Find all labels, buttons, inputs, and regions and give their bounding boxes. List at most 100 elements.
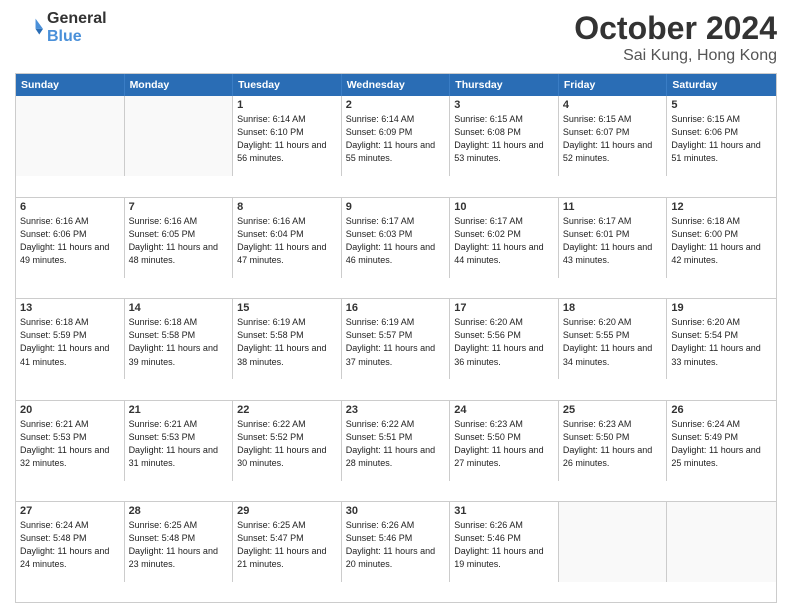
cell-info: Sunrise: 6:21 AMSunset: 5:53 PMDaylight:… bbox=[129, 418, 229, 470]
cell-info: Sunrise: 6:21 AMSunset: 5:53 PMDaylight:… bbox=[20, 418, 120, 470]
cell-info: Sunrise: 6:24 AMSunset: 5:48 PMDaylight:… bbox=[20, 519, 120, 571]
calendar-cell: 14 Sunrise: 6:18 AMSunset: 5:58 PMDayligh… bbox=[125, 299, 234, 379]
day-number: 26 bbox=[671, 404, 772, 416]
cell-info: Sunrise: 6:18 AMSunset: 5:58 PMDaylight:… bbox=[129, 316, 229, 368]
calendar-cell: 31 Sunrise: 6:26 AMSunset: 5:46 PMDayligh… bbox=[450, 502, 559, 582]
day-number: 15 bbox=[237, 302, 337, 314]
day-number: 18 bbox=[563, 302, 663, 314]
day-number: 13 bbox=[20, 302, 120, 314]
calendar-cell bbox=[16, 96, 125, 176]
calendar-cell: 15 Sunrise: 6:19 AMSunset: 5:58 PMDayligh… bbox=[233, 299, 342, 379]
cell-info: Sunrise: 6:23 AMSunset: 5:50 PMDaylight:… bbox=[454, 418, 554, 470]
day-number: 5 bbox=[671, 99, 772, 111]
cell-info: Sunrise: 6:19 AMSunset: 5:58 PMDaylight:… bbox=[237, 316, 337, 368]
calendar-cell: 27 Sunrise: 6:24 AMSunset: 5:48 PMDayligh… bbox=[16, 502, 125, 582]
cell-info: Sunrise: 6:26 AMSunset: 5:46 PMDaylight:… bbox=[454, 519, 554, 571]
calendar-cell: 17 Sunrise: 6:20 AMSunset: 5:56 PMDayligh… bbox=[450, 299, 559, 379]
calendar-cell: 28 Sunrise: 6:25 AMSunset: 5:48 PMDayligh… bbox=[125, 502, 234, 582]
calendar-cell: 2 Sunrise: 6:14 AMSunset: 6:09 PMDaylight… bbox=[342, 96, 451, 176]
calendar-week-1: 1Sunrise: 6:14 AMSunset: 6:10 PMDaylight… bbox=[16, 96, 776, 116]
header-day-monday: Monday bbox=[125, 74, 234, 96]
calendar-cell: 3Sunrise: 6:15 AMSunset: 6:08 PMDaylight… bbox=[450, 96, 559, 176]
calendar-cell: 10 Sunrise: 6:17 AMSunset: 6:02 PMDayligh… bbox=[450, 198, 559, 278]
calendar-cell: 13 Sunrise: 6:18 AMSunset: 5:59 PMDayligh… bbox=[16, 299, 125, 379]
logo-icon bbox=[15, 14, 43, 42]
day-number: 31 bbox=[454, 505, 554, 517]
calendar-cell: 29 Sunrise: 6:25 AMSunset: 5:47 PMDayligh… bbox=[233, 502, 342, 582]
logo-text: General Blue bbox=[47, 10, 107, 46]
day-number: 25 bbox=[563, 404, 663, 416]
cell-info: Sunrise: 6:16 AMSunset: 6:04 PMDaylight:… bbox=[237, 215, 337, 267]
calendar-cell bbox=[125, 96, 234, 176]
day-number: 4 bbox=[563, 99, 663, 111]
month-title: October 2024 bbox=[574, 10, 777, 47]
day-number: 2 bbox=[346, 99, 446, 111]
day-number: 8 bbox=[237, 201, 337, 213]
cell-info: Sunrise: 6:17 AMSunset: 6:03 PMDaylight:… bbox=[346, 215, 446, 267]
day-number: 29 bbox=[237, 505, 337, 517]
cell-info: Sunrise: 6:22 AMSunset: 5:51 PMDaylight:… bbox=[346, 418, 446, 470]
cell-info: Sunrise: 6:20 AMSunset: 5:55 PMDaylight:… bbox=[563, 316, 663, 368]
cell-info: Sunrise: 6:16 AMSunset: 6:06 PMDaylight:… bbox=[20, 215, 120, 267]
calendar-week-3: 13Sunrise: 6:18 AMSunset: 5:59 PMDayligh… bbox=[16, 298, 776, 318]
calendar-cell: 23 Sunrise: 6:22 AMSunset: 5:51 PMDayligh… bbox=[342, 401, 451, 481]
cell-info: Sunrise: 6:18 AMSunset: 5:59 PMDaylight:… bbox=[20, 316, 120, 368]
day-number: 21 bbox=[129, 404, 229, 416]
calendar-cell: 21 Sunrise: 6:21 AMSunset: 5:53 PMDayligh… bbox=[125, 401, 234, 481]
cell-info: Sunrise: 6:24 AMSunset: 5:49 PMDaylight:… bbox=[671, 418, 772, 470]
day-number: 27 bbox=[20, 505, 120, 517]
cell-info: Sunrise: 6:18 AMSunset: 6:00 PMDaylight:… bbox=[671, 215, 772, 267]
day-number: 17 bbox=[454, 302, 554, 314]
calendar-cell: 5 Sunrise: 6:15 AMSunset: 6:06 PMDaylight… bbox=[667, 96, 776, 176]
calendar-cell: 19Sunrise: 6:20 AMSunset: 5:54 PMDayligh… bbox=[667, 299, 776, 379]
calendar-cell: 12 Sunrise: 6:18 AMSunset: 6:00 PMDayligh… bbox=[667, 198, 776, 278]
location: Sai Kung, Hong Kong bbox=[574, 47, 777, 65]
cell-info: Sunrise: 6:20 AMSunset: 5:54 PMDaylight:… bbox=[671, 316, 772, 368]
cell-info: Sunrise: 6:25 AMSunset: 5:48 PMDaylight:… bbox=[129, 519, 229, 571]
calendar-cell: 11 Sunrise: 6:17 AMSunset: 6:01 PMDayligh… bbox=[559, 198, 668, 278]
day-number: 11 bbox=[563, 201, 663, 213]
calendar-cell: 20 Sunrise: 6:21 AMSunset: 5:53 PMDayligh… bbox=[16, 401, 125, 481]
cell-info: Sunrise: 6:23 AMSunset: 5:50 PMDaylight:… bbox=[563, 418, 663, 470]
day-number: 9 bbox=[346, 201, 446, 213]
cell-info: Sunrise: 6:20 AMSunset: 5:56 PMDaylight:… bbox=[454, 316, 554, 368]
day-number: 1 bbox=[237, 99, 337, 111]
day-number: 24 bbox=[454, 404, 554, 416]
day-number: 22 bbox=[237, 404, 337, 416]
calendar-cell bbox=[667, 502, 776, 582]
calendar-cell: 6Sunrise: 6:16 AMSunset: 6:06 PMDaylight… bbox=[16, 198, 125, 278]
calendar-page: General Blue October 2024 Sai Kung, Hong… bbox=[0, 0, 792, 612]
calendar-cell: 25 Sunrise: 6:23 AMSunset: 5:50 PMDayligh… bbox=[559, 401, 668, 481]
day-number: 20 bbox=[20, 404, 120, 416]
logo-blue: Blue bbox=[47, 28, 82, 45]
header-day-sunday: Sunday bbox=[16, 74, 125, 96]
day-number: 16 bbox=[346, 302, 446, 314]
calendar-cell: 8 Sunrise: 6:16 AMSunset: 6:04 PMDaylight… bbox=[233, 198, 342, 278]
header-day-saturday: Saturday bbox=[667, 74, 776, 96]
header-day-wednesday: Wednesday bbox=[342, 74, 451, 96]
header-day-friday: Friday bbox=[559, 74, 668, 96]
cell-info: Sunrise: 6:17 AMSunset: 6:01 PMDaylight:… bbox=[563, 215, 663, 267]
calendar-week-2: 6Sunrise: 6:16 AMSunset: 6:06 PMDaylight… bbox=[16, 197, 776, 217]
cell-info: Sunrise: 6:15 AMSunset: 6:06 PMDaylight:… bbox=[671, 113, 772, 165]
cell-info: Sunrise: 6:19 AMSunset: 5:57 PMDaylight:… bbox=[346, 316, 446, 368]
day-number: 7 bbox=[129, 201, 229, 213]
calendar-cell: 30Sunrise: 6:26 AMSunset: 5:46 PMDayligh… bbox=[342, 502, 451, 582]
logo: General Blue bbox=[15, 10, 107, 46]
calendar-cell: 16 Sunrise: 6:19 AMSunset: 5:57 PMDayligh… bbox=[342, 299, 451, 379]
cell-info: Sunrise: 6:25 AMSunset: 5:47 PMDaylight:… bbox=[237, 519, 337, 571]
cell-info: Sunrise: 6:22 AMSunset: 5:52 PMDaylight:… bbox=[237, 418, 337, 470]
day-number: 23 bbox=[346, 404, 446, 416]
logo-general: General bbox=[47, 10, 107, 27]
day-number: 10 bbox=[454, 201, 554, 213]
calendar-week-4: 20Sunrise: 6:21 AMSunset: 5:53 PMDayligh… bbox=[16, 400, 776, 420]
cell-info: Sunrise: 6:14 AMSunset: 6:09 PMDaylight:… bbox=[346, 113, 446, 165]
calendar-cell: 9 Sunrise: 6:17 AMSunset: 6:03 PMDaylight… bbox=[342, 198, 451, 278]
calendar-cell: 18 Sunrise: 6:20 AMSunset: 5:55 PMDayligh… bbox=[559, 299, 668, 379]
calendar-cell: 7Sunrise: 6:16 AMSunset: 6:05 PMDaylight… bbox=[125, 198, 234, 278]
day-number: 12 bbox=[671, 201, 772, 213]
day-number: 28 bbox=[129, 505, 229, 517]
day-number: 14 bbox=[129, 302, 229, 314]
cell-info: Sunrise: 6:17 AMSunset: 6:02 PMDaylight:… bbox=[454, 215, 554, 267]
calendar-cell: 24 Sunrise: 6:23 AMSunset: 5:50 PMDayligh… bbox=[450, 401, 559, 481]
